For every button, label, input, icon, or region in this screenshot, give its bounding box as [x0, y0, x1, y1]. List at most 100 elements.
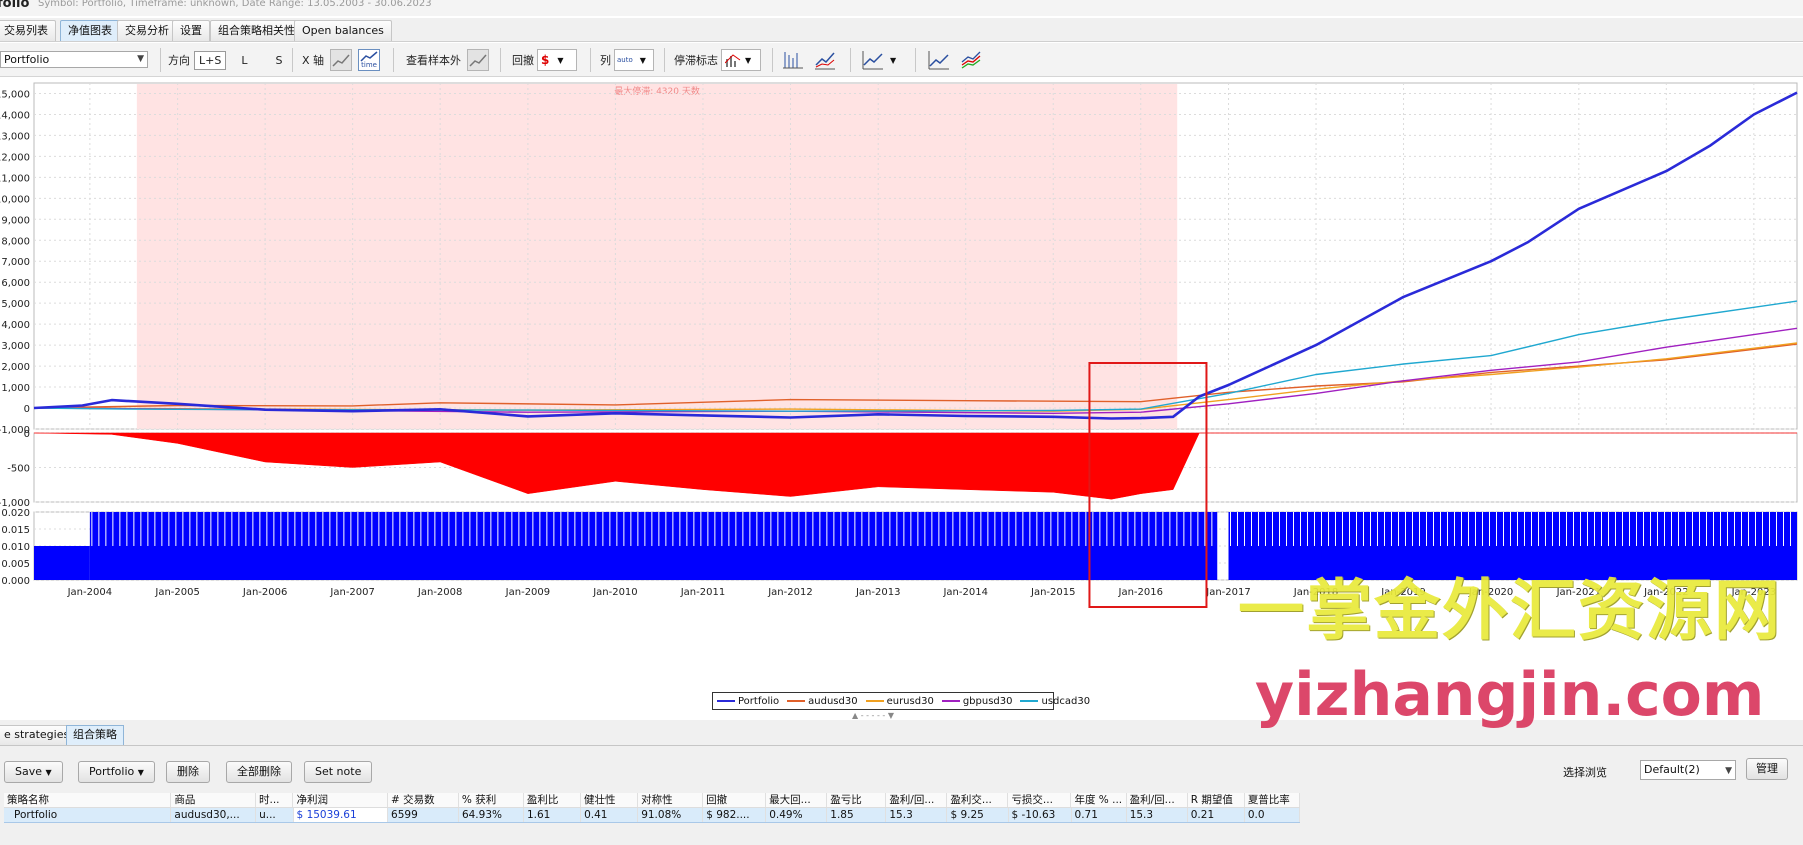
- portfolio-menu-button[interactable]: Portfolio ▼: [78, 761, 155, 783]
- panel-splitter[interactable]: ▲ - - - - - ▼: [852, 711, 894, 720]
- xaxis-time-icon[interactable]: time: [358, 49, 381, 71]
- stagnation-dropdown[interactable]: ▼: [721, 49, 761, 71]
- tab-trade-list[interactable]: 交易列表: [0, 20, 56, 41]
- portfolio-select[interactable]: Portfolio ▼: [0, 51, 148, 68]
- table-header-cell[interactable]: % 获利: [459, 793, 524, 807]
- delete-all-button[interactable]: 全部删除: [226, 761, 292, 783]
- direction-long-button[interactable]: L: [236, 51, 252, 70]
- legend-item-gbpusd30: gbpusd30: [941, 696, 1012, 707]
- columns-label: 列: [600, 54, 611, 67]
- direction-short-button[interactable]: S: [270, 51, 287, 70]
- chevron-down-icon: ▼: [745, 55, 752, 65]
- equity-ytick-label: 4,000: [1, 320, 30, 331]
- xtick-label: Jan-2005: [154, 587, 199, 598]
- table-header-cell[interactable]: 盈亏比: [827, 793, 887, 807]
- equity-ytick-label: 1,000: [1, 383, 30, 394]
- tab-strategies[interactable]: e strategies: [0, 725, 77, 745]
- equity-ytick-label: 7,000: [1, 257, 30, 268]
- xtick-label: Jan-2013: [855, 587, 900, 598]
- columns-mode-dropdown[interactable]: auto ▼: [614, 49, 654, 71]
- auto-icon-text: auto: [617, 56, 633, 64]
- table-row[interactable]: Portfolio audusd30,... u... $ 15039.61 6599 6…: [4, 808, 1301, 823]
- window-title: folio: [0, 0, 30, 11]
- stagnation-band: [136, 84, 1178, 429]
- table-cell: $ 982....: [703, 808, 767, 822]
- direction-ls-button[interactable]: L+S: [194, 50, 227, 70]
- dollar-icon: $: [541, 53, 550, 67]
- table-header-cell[interactable]: 回撤: [703, 793, 767, 807]
- table-cell: 91.08%: [638, 808, 704, 822]
- view-select[interactable]: Default(2) ▼: [1640, 760, 1736, 780]
- size-bar: [89, 512, 1218, 580]
- table-header-cell[interactable]: 亏损交...: [1008, 793, 1072, 807]
- table-header-cell[interactable]: 盈利交...: [947, 793, 1009, 807]
- tab-correlation[interactable]: 组合策略相关性: [210, 20, 303, 41]
- legend-item-audusd30: audusd30: [787, 696, 858, 707]
- legend-item-portfolio: Portfolio: [717, 696, 779, 707]
- chart-options-icon[interactable]: [862, 50, 884, 70]
- table-cell: audusd30,...: [171, 808, 257, 822]
- tab-portfolio-strategies[interactable]: 组合策略: [66, 725, 124, 745]
- watermark-url: yizhangjin.com: [1255, 660, 1765, 730]
- chart-legend: Portfolio audusd30 eurusd30 gbpusd30 usd…: [712, 692, 1090, 710]
- table-header-cell[interactable]: R 期望值: [1188, 793, 1245, 807]
- table-cell: Portfolio: [4, 808, 172, 822]
- equity-ytick-label: 14,000: [0, 110, 30, 121]
- xtick-label: Jan-2004: [67, 587, 112, 598]
- table-header-cell[interactable]: 净利润: [293, 793, 388, 807]
- tab-equity-chart[interactable]: 净值图表: [60, 20, 120, 41]
- table-cell: 64.93%: [459, 808, 524, 822]
- main-tabbar: 交易列表 净值图表 交易分析 设置 组合策略相关性 Open balances: [0, 18, 1803, 42]
- equity-ytick-label: 9,000: [1, 215, 30, 226]
- table-cell: 6599: [388, 808, 459, 822]
- table-header-cell[interactable]: 时...: [256, 793, 294, 807]
- chevron-down-icon: ▼: [639, 55, 646, 65]
- set-note-button[interactable]: Set note: [304, 761, 373, 783]
- table-header-cell[interactable]: # 交易数: [388, 793, 459, 807]
- equity-ytick-label: 15,000: [0, 89, 30, 100]
- xtick-label: Jan-2016: [1118, 587, 1163, 598]
- table-header-cell[interactable]: 商品: [171, 793, 256, 807]
- multi-series-icon[interactable]: [960, 50, 982, 70]
- oos-label: 查看样本外: [406, 54, 461, 67]
- xtick-label: Jan-2006: [242, 587, 287, 598]
- save-button[interactable]: Save ▼: [4, 761, 63, 783]
- table-header-cell[interactable]: 策略名称: [4, 793, 172, 807]
- time-icon-text: time: [361, 61, 377, 69]
- watermark-chinese: 一掌金外汇资源网: [1238, 572, 1782, 649]
- size-ytick-label: 0.010: [1, 542, 30, 553]
- table-cell: u...: [256, 808, 294, 822]
- table-cell: 15.3: [1127, 808, 1188, 822]
- xtick-label: Jan-2008: [417, 587, 462, 598]
- manage-button[interactable]: 管理: [1746, 758, 1788, 780]
- table-cell: $ -10.63: [1009, 808, 1072, 822]
- tab-trade-analysis[interactable]: 交易分析: [117, 20, 177, 41]
- equity-bars-icon[interactable]: [782, 50, 804, 70]
- compare-lines-icon[interactable]: [928, 50, 950, 70]
- table-header-cell[interactable]: 最大回...: [766, 793, 828, 807]
- chevron-down-icon: ▼: [557, 55, 564, 65]
- table-header-cell[interactable]: 盈利/回...: [886, 793, 948, 807]
- table-header-cell[interactable]: 对称性: [638, 793, 704, 807]
- equity-ytick-label: 12,000: [0, 152, 30, 163]
- table-cell: $ 9.25: [947, 808, 1009, 822]
- oos-toggle-icon[interactable]: [467, 49, 489, 71]
- chevron-down-icon[interactable]: ▼: [890, 56, 896, 65]
- size-ytick-label: 0.020: [1, 508, 30, 519]
- table-header-cell[interactable]: 健壮性: [581, 793, 639, 807]
- delete-button[interactable]: 删除: [166, 761, 210, 783]
- table-header-cell[interactable]: 夏普比率: [1245, 793, 1300, 807]
- drawdown-mode-dropdown[interactable]: $ ▼: [537, 49, 577, 71]
- strategies-panel: e strategies 组合策略 Save ▼ Portfolio ▼ 删除 …: [0, 720, 1803, 845]
- table-header-cell[interactable]: 年度 % ...: [1071, 793, 1127, 807]
- tab-settings[interactable]: 设置: [172, 20, 210, 41]
- chevron-down-icon: ▼: [137, 54, 144, 64]
- tab-open-balances[interactable]: Open balances: [294, 20, 392, 41]
- table-header-cell[interactable]: 盈利/回...: [1127, 793, 1188, 807]
- equity-ytick-label: 13,000: [0, 131, 30, 142]
- drawdown-ytick-label: 0: [24, 429, 30, 440]
- equity-line-icon[interactable]: [814, 50, 836, 70]
- equity-ytick-label: 0: [24, 404, 30, 415]
- table-header-cell[interactable]: 盈利比: [524, 793, 581, 807]
- xaxis-trades-icon[interactable]: [330, 49, 353, 71]
